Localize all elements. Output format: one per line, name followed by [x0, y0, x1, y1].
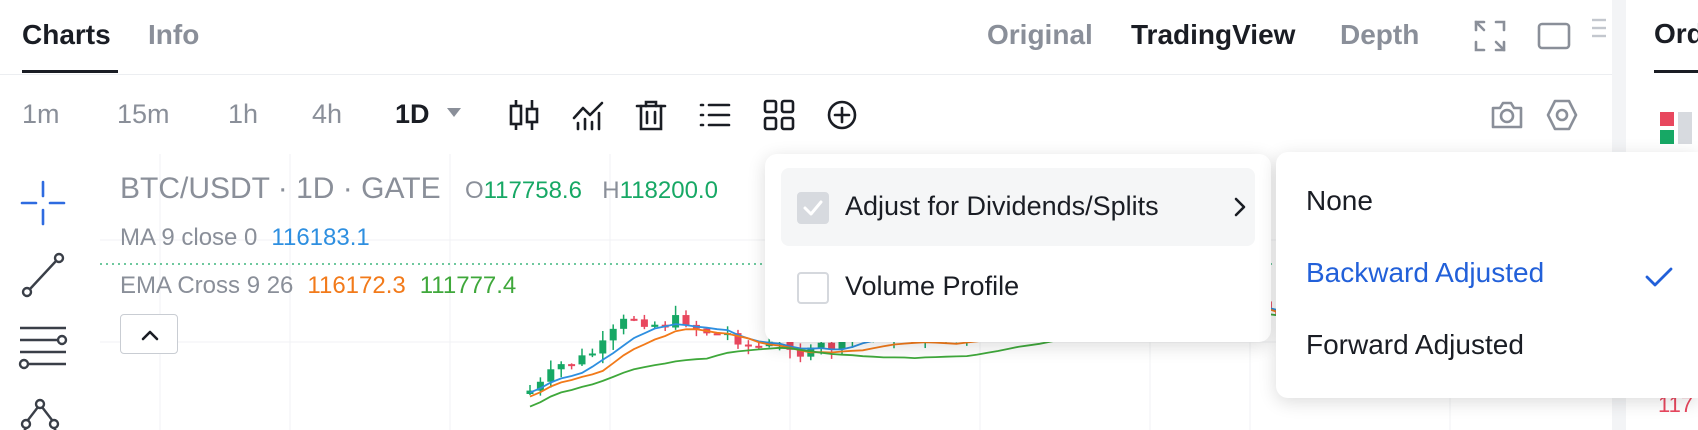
timeframe-15m[interactable]: 15m — [117, 98, 170, 130]
high-value: 118200.0 — [619, 177, 718, 204]
candle — [755, 345, 763, 348]
view-tradingview[interactable]: TradingView — [1131, 18, 1295, 52]
candle — [640, 319, 648, 327]
candle — [578, 355, 586, 365]
candle — [620, 318, 628, 329]
candle — [588, 353, 596, 356]
camera-icon[interactable] — [1490, 98, 1524, 132]
high-label: H — [602, 177, 620, 204]
tab-underline — [22, 70, 118, 73]
volume-profile-checkbox[interactable] — [797, 272, 829, 304]
candle — [568, 364, 576, 367]
adjustment-submenu: None Backward Adjusted Forward Adjusted — [1276, 152, 1698, 398]
chart-toolbar: 1m 15m 1h 4h 1D — [0, 76, 1612, 154]
collapse-legend-button[interactable] — [120, 314, 178, 354]
open-value: 117758.6 — [483, 177, 582, 204]
indicator-icon[interactable] — [571, 98, 605, 132]
order-tab-underline — [1654, 70, 1698, 73]
timeframe-4h[interactable]: 4h — [312, 98, 342, 130]
timeframe-1d[interactable]: 1D — [395, 98, 430, 130]
chevron-down-icon[interactable] — [447, 108, 461, 117]
timeframe-1m[interactable]: 1m — [22, 98, 60, 130]
tab-info[interactable]: Info — [148, 18, 199, 52]
menu-item-adjust-dividends[interactable]: Adjust for Dividends/Splits — [781, 168, 1255, 246]
view-original[interactable]: Original — [987, 18, 1093, 52]
orderbook-layout-icon[interactable] — [1658, 110, 1694, 146]
check-icon — [1645, 267, 1673, 287]
ema-label: EMA Cross 9 26 — [120, 272, 294, 299]
candle — [557, 364, 565, 370]
ema-slow-value: 111777.4 — [419, 272, 517, 299]
trend-line-icon[interactable] — [18, 250, 68, 300]
candle — [630, 318, 638, 321]
volume-profile-label: Volume Profile — [845, 271, 1020, 301]
ema-fast-value: 116172.3 — [307, 272, 406, 299]
chevron-right-icon — [1234, 197, 1246, 217]
candle — [744, 344, 752, 347]
candlestick-icon[interactable] — [507, 98, 541, 132]
candle — [609, 328, 617, 341]
list-icon[interactable] — [698, 98, 732, 132]
candle — [651, 324, 659, 327]
adjust-dividends-checkbox[interactable] — [797, 192, 829, 224]
candle — [599, 340, 607, 354]
timeframe-1h[interactable]: 1h — [228, 98, 258, 130]
chart-settings-menu: Adjust for Dividends/Splits Volume Profi… — [765, 154, 1271, 342]
grid-icon[interactable] — [762, 98, 796, 132]
menu-item-volume-profile[interactable]: Volume Profile — [781, 248, 1255, 326]
pair-label: BTC/USDT · 1D · GATE — [120, 172, 441, 205]
crosshair-icon[interactable] — [18, 178, 68, 228]
legend-symbol: BTC/USDT · 1D · GATE O117758.6 H118200.0 — [120, 172, 718, 206]
adjust-dividends-label: Adjust for Dividends/Splits — [845, 191, 1159, 221]
window-icon[interactable] — [1536, 18, 1572, 54]
checkmark-icon — [803, 200, 823, 216]
option-none[interactable]: None — [1306, 184, 1373, 218]
chart-header: Charts Info Original TradingView Depth — [0, 0, 1612, 75]
view-depth[interactable]: Depth — [1340, 18, 1419, 52]
legend-ma[interactable]: MA 9 close 0 116183.1 — [120, 224, 370, 252]
drag-handle-icon[interactable] — [1590, 14, 1608, 50]
fib-lines-icon[interactable] — [18, 320, 68, 370]
open-label: O — [464, 177, 484, 204]
chevron-up-icon — [141, 330, 159, 341]
trash-icon[interactable] — [634, 98, 668, 132]
tab-charts[interactable]: Charts — [22, 18, 111, 52]
candle — [682, 315, 690, 325]
tab-order[interactable]: Ord — [1654, 18, 1698, 50]
plus-circle-icon[interactable] — [825, 98, 859, 132]
candle — [547, 369, 555, 382]
settings-icon[interactable] — [1545, 98, 1579, 132]
candle — [817, 342, 825, 348]
candle — [672, 315, 680, 328]
pattern-icon[interactable] — [18, 394, 68, 430]
legend-ema[interactable]: EMA Cross 9 26 116172.3 111777.4 — [120, 272, 516, 300]
option-forward-adjusted[interactable]: Forward Adjusted — [1306, 328, 1524, 362]
ma-value: 116183.1 — [271, 224, 370, 251]
ma-label: MA 9 close 0 — [120, 224, 258, 251]
option-backward-adjusted[interactable]: Backward Adjusted — [1306, 256, 1544, 290]
fullscreen-icon[interactable] — [1472, 18, 1508, 54]
